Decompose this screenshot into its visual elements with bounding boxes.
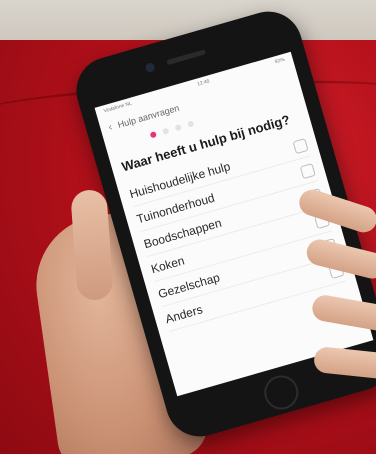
home-button[interactable] xyxy=(260,371,303,414)
left-thumb xyxy=(70,188,114,302)
option-label: Anders xyxy=(163,301,205,326)
checkbox-icon[interactable] xyxy=(299,162,316,179)
chevron-left-icon[interactable]: ‹ xyxy=(107,121,114,134)
checkbox-icon[interactable] xyxy=(292,137,309,154)
earpiece-speaker xyxy=(166,49,207,66)
front-camera-icon xyxy=(144,61,156,74)
photo-scene: Vodafone NL 12:46 92% ‹ Hulp aanvragen W… xyxy=(0,0,376,454)
option-label: Koken xyxy=(149,252,186,276)
